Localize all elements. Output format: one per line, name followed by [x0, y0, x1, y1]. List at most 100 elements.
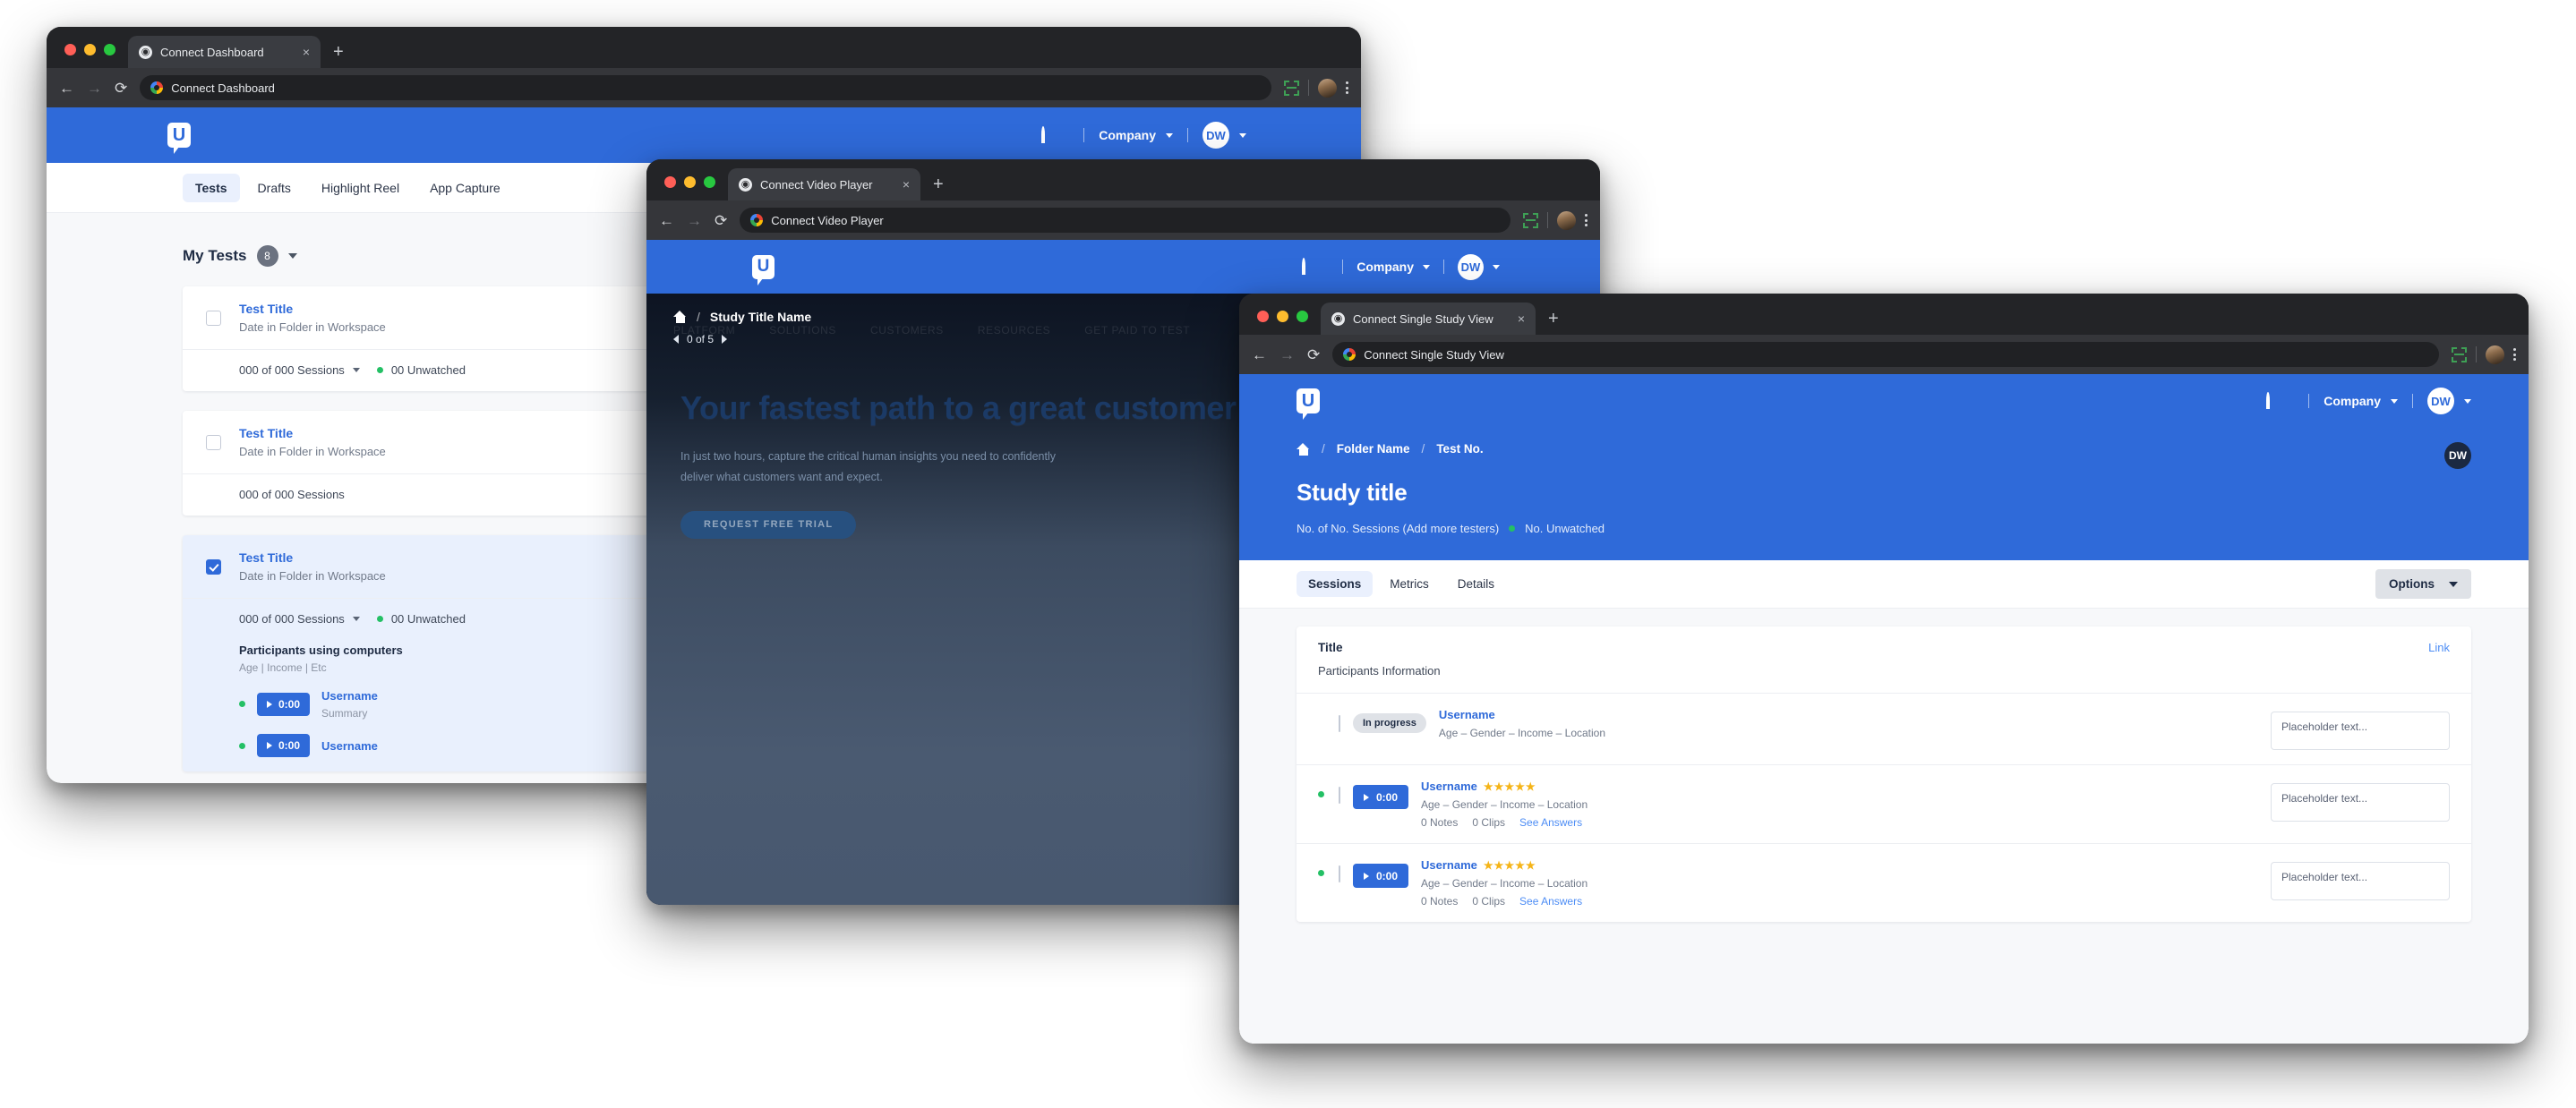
test-checkbox[interactable]: [206, 310, 221, 326]
tab-drafts[interactable]: Drafts: [245, 174, 304, 202]
close-icon[interactable]: ×: [1512, 311, 1525, 326]
see-answers-link[interactable]: See Answers: [1519, 895, 1582, 908]
play-session-button[interactable]: 0:00: [257, 734, 310, 757]
browser-profile-avatar[interactable]: [1557, 210, 1576, 230]
breadcrumb-folder[interactable]: Folder Name: [1337, 442, 1410, 456]
study-owner-avatar[interactable]: DW: [2444, 442, 2471, 469]
chevron-down-icon[interactable]: [1423, 264, 1430, 269]
chevron-down-icon[interactable]: [1239, 132, 1246, 138]
request-free-trial-button[interactable]: REQUEST FREE TRIAL: [680, 510, 857, 539]
see-answers-link[interactable]: See Answers: [1519, 816, 1582, 829]
company-menu-label[interactable]: Company: [1356, 260, 1414, 274]
usertesting-logo[interactable]: U: [167, 123, 191, 154]
chevron-down-icon[interactable]: [2464, 398, 2471, 404]
reload-button[interactable]: ⟳: [115, 81, 127, 96]
company-menu-label[interactable]: Company: [1099, 128, 1156, 142]
tab-tests[interactable]: Tests: [183, 173, 240, 202]
minimize-window-button[interactable]: [84, 44, 96, 55]
maximize-window-button[interactable]: [104, 44, 116, 55]
session-note-field[interactable]: Placeholder text...: [2271, 862, 2450, 900]
traffic-lights[interactable]: [659, 176, 728, 200]
breadcrumb-test[interactable]: Test No.: [1436, 442, 1483, 456]
close-icon[interactable]: ×: [897, 177, 910, 192]
chevron-down-icon[interactable]: [1166, 132, 1173, 138]
browser-tab[interactable]: ◉ Connect Single Study View ×: [1321, 303, 1536, 335]
session-username[interactable]: Username: [1421, 858, 1477, 872]
minimize-window-button[interactable]: [1277, 311, 1288, 322]
test-title[interactable]: Test Title: [239, 426, 386, 440]
session-note-field[interactable]: Placeholder text...: [2271, 712, 2450, 750]
browser-profile-avatar[interactable]: [1318, 78, 1337, 98]
forward-button[interactable]: →: [1279, 347, 1295, 362]
usertesting-logo[interactable]: U: [1297, 388, 1320, 420]
next-session-icon[interactable]: [722, 335, 728, 344]
new-tab-button[interactable]: +: [920, 175, 956, 200]
address-bar[interactable]: Connect Dashboard: [140, 75, 1271, 100]
home-icon[interactable]: [673, 311, 687, 323]
chevron-down-icon[interactable]: [352, 617, 360, 621]
chevron-down-icon[interactable]: [352, 368, 360, 372]
forward-button[interactable]: →: [87, 81, 102, 96]
address-bar[interactable]: Connect Single Study View: [1332, 342, 2439, 367]
session-username[interactable]: Username: [321, 739, 378, 753]
panel-link[interactable]: Link: [2428, 641, 2450, 654]
close-icon[interactable]: ×: [297, 45, 310, 59]
close-window-button[interactable]: [1257, 311, 1269, 322]
test-checkbox[interactable]: [206, 434, 221, 450]
session-row[interactable]: 0:00 Username ★★★★★ Age – Gender – Incom…: [1297, 765, 2471, 844]
play-session-button[interactable]: 0:00: [1353, 785, 1408, 809]
tab-details[interactable]: Details: [1446, 571, 1506, 597]
test-title[interactable]: Test Title: [239, 302, 386, 316]
session-row[interactable]: 0:00 Username ★★★★★ Age – Gender – Incom…: [1297, 844, 2471, 922]
play-session-button[interactable]: 0:00: [1353, 864, 1408, 888]
screen-capture-icon[interactable]: [1284, 80, 1299, 96]
previous-session-icon[interactable]: [673, 335, 679, 344]
traffic-lights[interactable]: [1252, 311, 1321, 335]
tab-app-capture[interactable]: App Capture: [417, 174, 513, 202]
bell-icon[interactable]: [1041, 126, 1055, 143]
reload-button[interactable]: ⟳: [715, 213, 727, 228]
bell-icon[interactable]: [1302, 258, 1315, 275]
minimize-window-button[interactable]: [684, 176, 696, 188]
chevron-down-icon[interactable]: [2391, 398, 2398, 404]
company-menu-label[interactable]: Company: [2324, 394, 2381, 408]
user-avatar[interactable]: DW: [2427, 388, 2454, 414]
new-tab-button[interactable]: +: [321, 43, 356, 68]
close-window-button[interactable]: [664, 176, 676, 188]
home-icon[interactable]: [1297, 442, 1310, 456]
session-checkbox[interactable]: [1339, 715, 1340, 732]
maximize-window-button[interactable]: [1297, 311, 1308, 322]
maximize-window-button[interactable]: [704, 176, 715, 188]
traffic-lights[interactable]: [59, 44, 128, 68]
test-title[interactable]: Test Title: [239, 550, 386, 565]
more-menu-icon[interactable]: [2513, 348, 2516, 361]
user-avatar[interactable]: DW: [1202, 122, 1229, 149]
back-button[interactable]: ←: [659, 213, 674, 228]
chevron-down-icon[interactable]: [1493, 264, 1500, 269]
usertesting-logo[interactable]: U: [752, 254, 775, 286]
sessions-summary[interactable]: No. of No. Sessions (Add more testers): [1297, 522, 1499, 535]
session-note-field[interactable]: Placeholder text...: [2271, 783, 2450, 822]
chevron-down-icon[interactable]: [287, 253, 297, 259]
session-username[interactable]: Username: [321, 689, 378, 703]
screen-capture-icon[interactable]: [1523, 212, 1538, 228]
session-checkbox[interactable]: [1339, 865, 1340, 882]
user-avatar[interactable]: DW: [1458, 253, 1484, 280]
back-button[interactable]: ←: [1252, 347, 1267, 362]
screen-capture-icon[interactable]: [2452, 346, 2467, 362]
forward-button[interactable]: →: [687, 213, 702, 228]
test-checkbox-checked[interactable]: [206, 558, 221, 575]
browser-profile-avatar[interactable]: [2486, 345, 2504, 364]
session-username[interactable]: Username: [1439, 708, 1495, 721]
more-menu-icon[interactable]: [1346, 81, 1348, 94]
address-bar[interactable]: Connect Video Player: [740, 208, 1511, 233]
reload-button[interactable]: ⟳: [1307, 347, 1320, 362]
session-checkbox[interactable]: [1339, 787, 1340, 804]
tab-sessions[interactable]: Sessions: [1297, 571, 1374, 597]
browser-tab[interactable]: ◉ Connect Video Player ×: [728, 168, 920, 200]
back-button[interactable]: ←: [59, 81, 74, 96]
more-menu-icon[interactable]: [1585, 214, 1588, 226]
tab-highlight-reel[interactable]: Highlight Reel: [309, 174, 412, 202]
session-username[interactable]: Username: [1421, 780, 1477, 793]
options-button[interactable]: Options: [2375, 569, 2471, 599]
